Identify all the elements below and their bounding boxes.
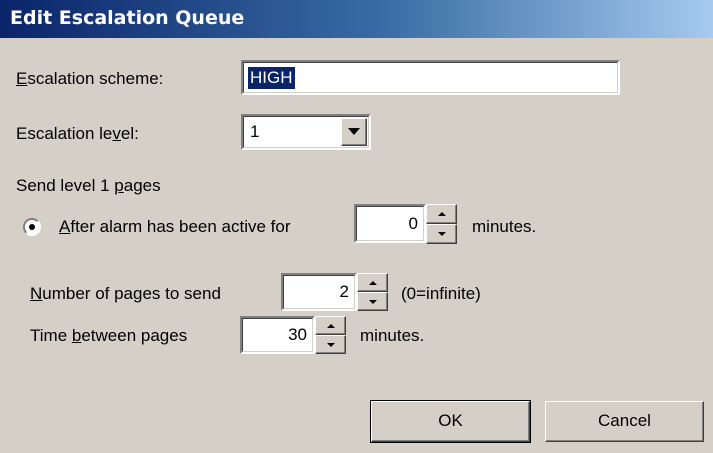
time-between-pages-input[interactable]: 30 — [240, 316, 315, 354]
after-alarm-unit: minutes. — [472, 217, 537, 236]
number-of-pages-label: Number of pages to send — [30, 284, 221, 303]
spin-down-icon — [369, 300, 377, 304]
spin-up-icon — [327, 324, 335, 328]
window-title: Edit Escalation Queue — [10, 7, 245, 29]
after-alarm-label[interactable]: After alarm has been active for — [59, 217, 291, 237]
escalation-level-label: Escalation level: — [16, 124, 139, 143]
cancel-button-label: Cancel — [598, 411, 651, 430]
escalation-level-value: 1 — [250, 122, 260, 141]
ok-button[interactable]: OK — [370, 400, 531, 443]
after-alarm-minutes-value: 0 — [408, 214, 418, 233]
escalation-scheme-value: HIGH — [248, 67, 295, 89]
time-between-pages-label: Time between pages — [30, 326, 188, 345]
send-level-heading: Send level 1 pages — [16, 176, 161, 195]
escalation-scheme-label: Escalation scheme: — [16, 69, 164, 88]
after-alarm-spin-up[interactable] — [426, 204, 457, 224]
escalation-level-dropdown-button[interactable] — [341, 118, 367, 146]
ok-button-label: OK — [438, 411, 463, 430]
chevron-down-icon — [348, 128, 360, 135]
spin-down-icon — [327, 343, 335, 347]
time-between-pages-unit: minutes. — [360, 326, 425, 345]
after-alarm-spin-down[interactable] — [426, 224, 457, 244]
time-between-pages-value: 30 — [288, 325, 307, 344]
after-alarm-radio[interactable] — [23, 218, 41, 236]
number-of-pages-input[interactable]: 2 — [281, 273, 357, 311]
escalation-level-select[interactable]: 1 — [241, 114, 371, 150]
after-alarm-minutes-input[interactable]: 0 — [354, 204, 426, 243]
radio-selected-dot — [29, 224, 35, 230]
cancel-button[interactable]: Cancel — [545, 401, 704, 442]
escalation-scheme-input[interactable]: HIGH — [241, 60, 620, 95]
title-bar: Edit Escalation Queue — [0, 0, 713, 38]
number-of-pages-hint: (0=infinite) — [401, 284, 481, 303]
time-between-pages-spin-down[interactable] — [315, 335, 346, 354]
number-of-pages-spin-up[interactable] — [357, 273, 388, 292]
time-between-pages-spin-up[interactable] — [315, 316, 346, 335]
number-of-pages-spin-down[interactable] — [357, 292, 388, 311]
spin-up-icon — [369, 281, 377, 285]
spin-up-icon — [438, 212, 446, 216]
spin-down-icon — [438, 232, 446, 236]
number-of-pages-value: 2 — [339, 282, 349, 301]
